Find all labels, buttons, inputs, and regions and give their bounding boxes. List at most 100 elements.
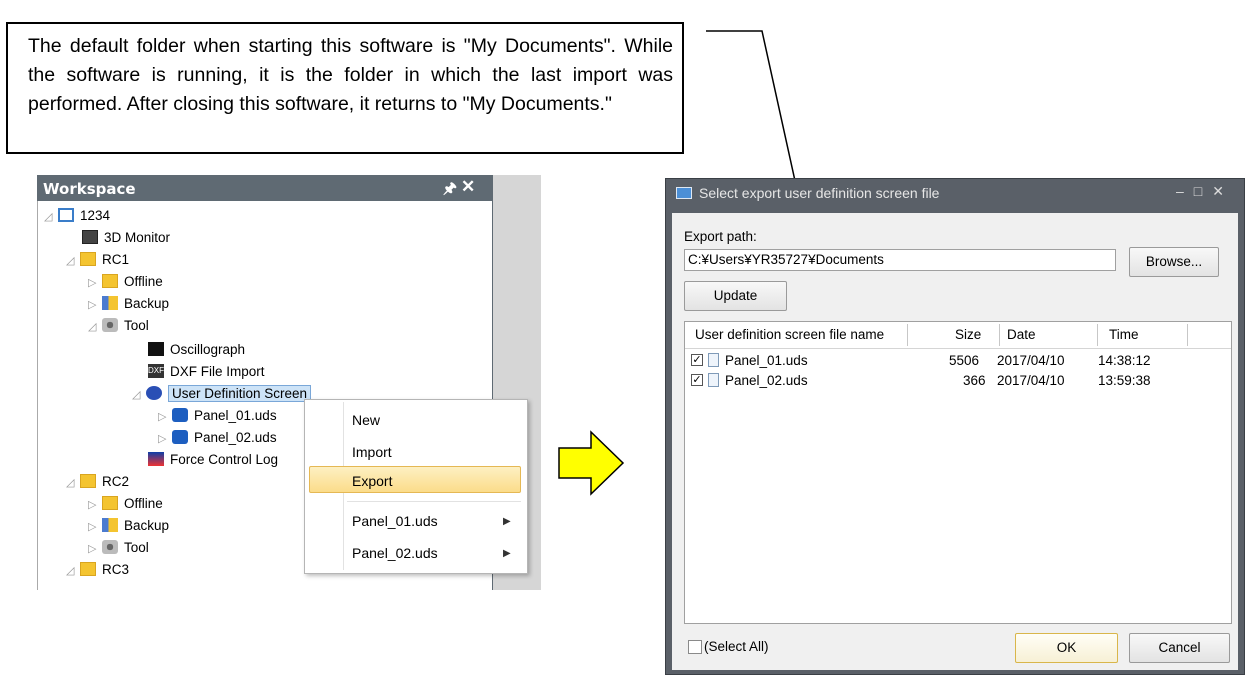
dialog-title: Select export user definition screen fil… — [699, 185, 940, 201]
file-size: 5506 — [949, 353, 980, 368]
column-header-name[interactable]: User definition screen file name — [695, 327, 884, 342]
expand-icon[interactable]: ▷ — [88, 494, 102, 516]
menu-item-export[interactable]: Export — [352, 473, 392, 489]
file-time: 13:59:38 — [1098, 373, 1151, 388]
menu-divider — [347, 501, 521, 502]
tree-item-label: Panel_02.uds — [194, 430, 277, 445]
tree-item-rc2[interactable]: ◿ RC2 — [66, 471, 129, 493]
tree-item-label: Backup — [124, 296, 170, 311]
collapse-icon[interactable]: ◿ — [88, 316, 102, 338]
right-arrow-icon — [558, 430, 625, 496]
project-icon — [58, 208, 74, 223]
user-definition-icon — [146, 386, 162, 401]
column-divider[interactable] — [999, 324, 1000, 346]
tree-item-force-control-log[interactable]: Force Control Log — [148, 449, 278, 471]
update-button[interactable]: Update — [684, 281, 787, 311]
collapse-icon[interactable]: ◿ — [66, 250, 80, 272]
tree-item-offline[interactable]: ▷ Offline — [88, 271, 163, 293]
controller-icon — [80, 252, 96, 267]
menu-item-panel-02[interactable]: Panel_02.uds — [352, 545, 438, 561]
collapse-icon[interactable]: ◿ — [66, 560, 80, 582]
ok-button[interactable]: OK — [1015, 633, 1118, 663]
tree-item-backup[interactable]: ▷ Backup — [88, 293, 169, 315]
tree-item-label: Backup — [124, 518, 170, 533]
tree-item-project[interactable]: ◿ 1234 — [44, 205, 110, 227]
collapse-icon[interactable]: ◿ — [66, 472, 80, 494]
tree-item-user-definition-screen[interactable]: ◿ User Definition Screen — [132, 383, 312, 406]
tree-item-label: Force Control Log — [170, 452, 279, 467]
tree-item-label: Offline — [124, 496, 163, 511]
close-icon[interactable]: ✕ — [1212, 183, 1234, 199]
workspace-header: Workspace 🖈 ✕ — [37, 175, 491, 201]
column-header-time[interactable]: Time — [1109, 327, 1139, 342]
file-date: 2017/04/10 — [997, 353, 1065, 368]
tree-item-rc1[interactable]: ◿ RC1 — [66, 249, 129, 271]
submenu-arrow-icon: ▶ — [503, 548, 511, 559]
list-item[interactable]: ✓ Panel_01.uds 5506 2017/04/10 14:38:12 — [685, 352, 1231, 372]
file-list: User definition screen file name Size Da… — [684, 321, 1232, 624]
export-path-input[interactable]: C:¥Users¥YR35727¥Documents — [684, 249, 1116, 271]
3d-monitor-icon — [82, 230, 98, 245]
file-name: Panel_02.uds — [725, 373, 808, 388]
tree-item-label: 1234 — [80, 208, 111, 223]
backup-icon — [102, 296, 118, 311]
tree-item-panel-02[interactable]: ▷ Panel_02.uds — [158, 427, 277, 449]
minimize-icon[interactable]: – — [1176, 183, 1194, 199]
tool-icon — [102, 540, 118, 555]
expand-icon[interactable]: ▷ — [88, 516, 102, 538]
tree-item-label: RC2 — [102, 474, 130, 489]
row-checkbox[interactable]: ✓ — [691, 374, 703, 386]
file-date: 2017/04/10 — [997, 373, 1065, 388]
menu-item-panel-01[interactable]: Panel_01.uds — [352, 513, 438, 529]
tree-item-panel-01[interactable]: ▷ Panel_01.uds — [158, 405, 277, 427]
tree-item-label: RC3 — [102, 562, 130, 577]
tree-item-label: Tool — [124, 318, 149, 333]
folder-icon — [102, 496, 118, 511]
list-item[interactable]: ✓ Panel_02.uds 366 2017/04/10 13:59:38 — [685, 372, 1231, 392]
expand-icon[interactable]: ▷ — [88, 294, 102, 316]
tree-item-3d-monitor[interactable]: 3D Monitor — [82, 227, 170, 249]
submenu-arrow-icon: ▶ — [503, 516, 511, 527]
tree-item-tool[interactable]: ◿ Tool — [88, 315, 149, 337]
tree-item-tool[interactable]: ▷ Tool — [88, 537, 149, 559]
menu-item-import[interactable]: Import — [352, 444, 392, 460]
cancel-button[interactable]: Cancel — [1129, 633, 1230, 663]
expand-icon[interactable]: ▷ — [158, 428, 172, 450]
column-divider[interactable] — [1187, 324, 1188, 346]
tree-item-rc3[interactable]: ◿ RC3 — [66, 559, 129, 581]
select-all-label[interactable]: (Select All) — [704, 639, 769, 654]
maximize-icon[interactable]: □ — [1194, 183, 1212, 199]
tree-item-oscillograph[interactable]: Oscillograph — [148, 339, 245, 361]
controller-icon — [80, 562, 96, 577]
tree-item-label: 3D Monitor — [104, 230, 171, 245]
export-path-label: Export path: — [684, 229, 757, 244]
collapse-icon[interactable]: ◿ — [44, 206, 58, 228]
expand-icon[interactable]: ▷ — [88, 272, 102, 294]
column-header-date[interactable]: Date — [1007, 327, 1036, 342]
panel-icon — [172, 408, 188, 423]
select-all-checkbox[interactable] — [688, 640, 702, 654]
folder-icon — [102, 274, 118, 289]
expand-icon[interactable]: ▷ — [158, 406, 172, 428]
export-dialog: Select export user definition screen fil… — [665, 178, 1245, 675]
browse-button[interactable]: Browse... — [1129, 247, 1219, 277]
expand-icon[interactable]: ▷ — [88, 538, 102, 560]
tree-item-offline[interactable]: ▷ Offline — [88, 493, 163, 515]
tree-item-label: Tool — [124, 540, 149, 555]
column-divider[interactable] — [907, 324, 908, 346]
dialog-titlebar[interactable]: Select export user definition screen fil… — [666, 179, 1244, 207]
pin-icon[interactable]: 🖈 — [443, 178, 457, 203]
file-name: Panel_01.uds — [725, 353, 808, 368]
collapse-icon[interactable]: ◿ — [132, 384, 146, 406]
tree-item-dxf-import[interactable]: DXF DXF File Import — [148, 361, 265, 383]
close-icon[interactable]: ✕ — [461, 177, 475, 197]
column-divider[interactable] — [1097, 324, 1098, 346]
menu-highlight — [309, 466, 521, 493]
tree-item-backup[interactable]: ▷ Backup — [88, 515, 169, 537]
menu-item-new[interactable]: New — [352, 412, 380, 428]
file-size: 366 — [963, 373, 986, 388]
row-checkbox[interactable]: ✓ — [691, 354, 703, 366]
list-header: User definition screen file name Size Da… — [685, 322, 1231, 349]
dialog-body: Export path: C:¥Users¥YR35727¥Documents … — [672, 213, 1238, 670]
column-header-size[interactable]: Size — [955, 327, 981, 342]
